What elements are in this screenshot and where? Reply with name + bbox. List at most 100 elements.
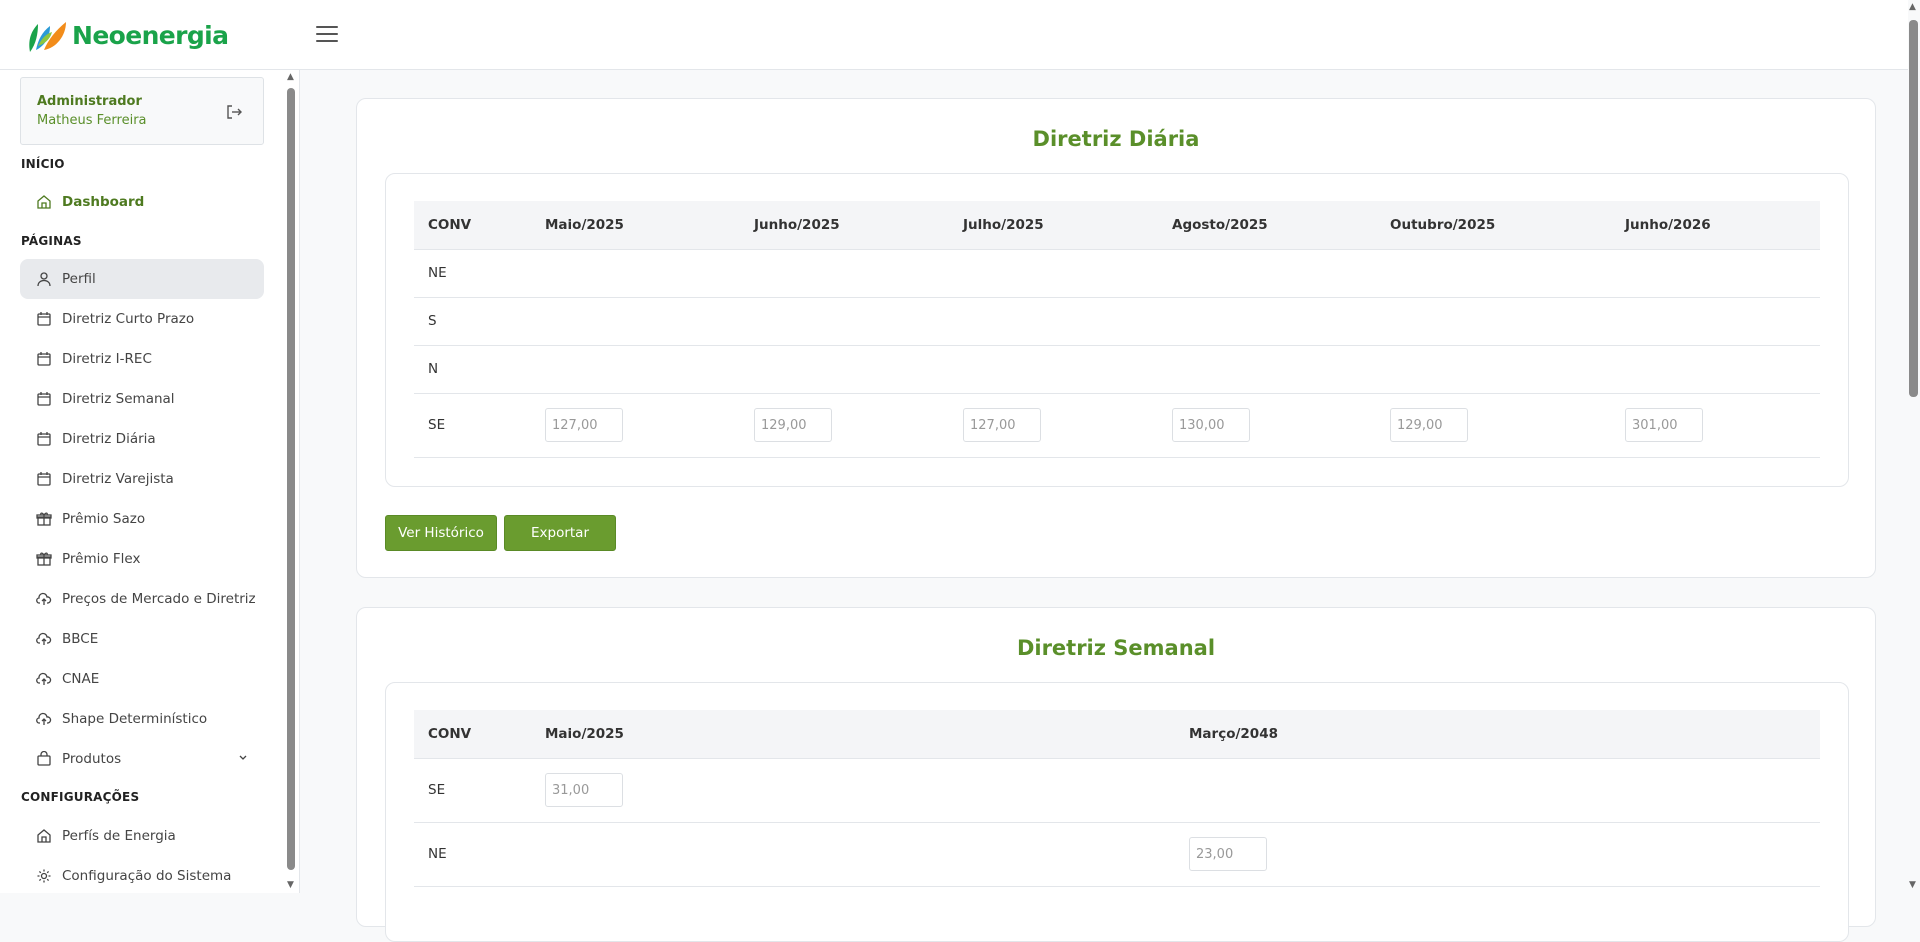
daily-table: CONV Maio/2025 Junho/2025 Julho/2025 Ago… xyxy=(414,201,1820,458)
conv-cell: NE xyxy=(414,249,531,298)
table-header: Julho/2025 xyxy=(949,201,1158,250)
table-header: CONV xyxy=(414,201,531,250)
chevron-down-icon[interactable] xyxy=(238,753,248,763)
page-scroll-down-icon[interactable]: ▼ xyxy=(1909,880,1916,890)
sidebar-item-premio-sazo[interactable]: Prêmio Sazo xyxy=(20,499,264,539)
section-paginas: PÁGINAS xyxy=(21,234,82,248)
sidebar-item-configuracao-sistema[interactable]: Configuração do Sistema xyxy=(20,856,264,896)
gift-icon xyxy=(36,512,52,526)
sidebar-item-label: CNAE xyxy=(62,671,100,687)
daily-guideline-card: Diretriz Diária CONV Maio/2025 Junho/202… xyxy=(356,98,1876,578)
conv-cell: SE xyxy=(414,758,531,823)
sidebar-item-precos-mercado[interactable]: Preços de Mercado e Diretriz xyxy=(20,579,264,619)
table-header: Outubro/2025 xyxy=(1376,201,1611,250)
value-input[interactable] xyxy=(754,408,832,442)
table-header: Março/2048 xyxy=(1175,710,1820,759)
leaf-logo-icon xyxy=(29,22,66,52)
export-button[interactable]: Exportar xyxy=(504,515,616,551)
sidebar-item-label: Dashboard xyxy=(62,194,145,210)
sidebar-item-cnae[interactable]: CNAE xyxy=(20,659,264,699)
sidebar-item-label: BBCE xyxy=(62,631,99,647)
table-row: NE xyxy=(414,822,1820,887)
top-bar: Neoenergia xyxy=(0,0,1908,70)
sidebar-item-dashboard[interactable]: Dashboard xyxy=(20,182,264,222)
brand-name: Neoenergia xyxy=(72,20,229,50)
shopping-bag-icon xyxy=(37,751,51,766)
table-row: SE xyxy=(414,393,1820,458)
sidebar-item-label: Diretriz Varejista xyxy=(62,471,174,487)
sidebar-item-label: Diretriz I-REC xyxy=(62,351,152,367)
sidebar-item-premio-flex[interactable]: Prêmio Flex xyxy=(20,539,264,579)
sidebar-item-label: Produtos xyxy=(62,751,122,767)
page-scroll-up-icon[interactable]: ▲ xyxy=(1909,2,1916,12)
menu-toggle-icon[interactable] xyxy=(316,26,338,44)
sidebar-item-diretriz-irec[interactable]: Diretriz I-REC xyxy=(20,339,264,379)
table-header: Junho/2025 xyxy=(740,201,949,250)
sidebar-item-label: Shape Determinístico xyxy=(62,711,208,727)
gear-icon xyxy=(37,869,51,883)
sidebar-item-label: Prêmio Flex xyxy=(62,551,141,567)
sidebar-item-label: Perfil xyxy=(62,271,96,287)
sidebar-item-bbce[interactable]: BBCE xyxy=(20,619,264,659)
sidebar-item-label: Diretriz Diária xyxy=(62,431,156,447)
sidebar-item-diretriz-curto-prazo[interactable]: Diretriz Curto Prazo xyxy=(20,299,264,339)
logout-icon[interactable] xyxy=(225,103,243,121)
sidebar-item-shape-deterministico[interactable]: Shape Determinístico xyxy=(20,699,264,739)
user-icon xyxy=(37,272,51,287)
daily-title: Diretriz Diária xyxy=(1032,127,1200,151)
sidebar-item-label: Diretriz Curto Prazo xyxy=(62,311,195,327)
cloud-upload-icon xyxy=(36,632,52,645)
sidebar-item-label: Perfís de Energia xyxy=(62,828,176,844)
sidebar: Administrador Matheus Ferreira INÍCIO Da… xyxy=(0,70,300,893)
cloud-upload-icon xyxy=(36,592,52,605)
sidebar-scroll-down-icon[interactable]: ▼ xyxy=(287,880,294,890)
conv-cell: S xyxy=(414,297,531,346)
calendar-icon xyxy=(37,432,51,446)
page-scrollbar[interactable] xyxy=(1909,20,1918,397)
value-input[interactable] xyxy=(1172,408,1250,442)
table-header: Maio/2025 xyxy=(531,201,740,250)
value-input[interactable] xyxy=(1390,408,1468,442)
home-icon xyxy=(37,829,51,843)
value-input[interactable] xyxy=(1625,408,1703,442)
value-input[interactable] xyxy=(1189,837,1267,871)
conv-cell: NE xyxy=(414,822,531,887)
view-history-button[interactable]: Ver Histórico xyxy=(385,515,497,551)
sidebar-item-label: Configuração do Sistema xyxy=(62,868,232,884)
weekly-title: Diretriz Semanal xyxy=(1016,636,1216,660)
table-row: SE xyxy=(414,758,1820,823)
table-header-row: CONV Maio/2025 Março/2048 xyxy=(414,710,1820,759)
sidebar-scrollbar[interactable] xyxy=(287,88,295,870)
table-header: CONV xyxy=(414,710,531,759)
cloud-upload-icon xyxy=(36,672,52,685)
sidebar-item-produtos[interactable]: Produtos xyxy=(20,739,264,779)
sidebar-item-label: Preços de Mercado e Diretriz xyxy=(62,591,256,607)
home-icon xyxy=(37,195,51,209)
sidebar-item-perfis-energia[interactable]: Perfís de Energia xyxy=(20,816,264,856)
table-header: Maio/2025 xyxy=(531,710,1175,759)
table-header: Junho/2026 xyxy=(1611,201,1820,250)
user-name: Matheus Ferreira xyxy=(37,113,147,128)
neoenergia-logo[interactable]: Neoenergia xyxy=(26,16,229,54)
sidebar-item-diretriz-diaria[interactable]: Diretriz Diária xyxy=(20,419,264,459)
sidebar-item-label: Prêmio Sazo xyxy=(62,511,146,527)
sidebar-item-perfil[interactable]: Perfil xyxy=(20,259,264,299)
table-row: NE xyxy=(414,249,1820,298)
value-input[interactable] xyxy=(545,773,623,807)
table-row: N xyxy=(414,345,1820,394)
value-input[interactable] xyxy=(545,408,623,442)
section-inicio: INÍCIO xyxy=(21,157,65,171)
sidebar-item-diretriz-semanal[interactable]: Diretriz Semanal xyxy=(20,379,264,419)
value-input[interactable] xyxy=(963,408,1041,442)
user-role: Administrador xyxy=(37,94,142,109)
cloud-upload-icon xyxy=(36,712,52,725)
sidebar-scroll-up-icon[interactable]: ▲ xyxy=(287,72,294,82)
calendar-icon xyxy=(37,352,51,366)
sidebar-item-label: Diretriz Semanal xyxy=(62,391,175,407)
weekly-guideline-card: Diretriz Semanal CONV Maio/2025 Março/20… xyxy=(356,607,1876,942)
section-configuracoes: CONFIGURAÇÕES xyxy=(21,790,140,804)
calendar-icon xyxy=(37,392,51,406)
sidebar-item-diretriz-varejista[interactable]: Diretriz Varejista xyxy=(20,459,264,499)
user-card: Administrador Matheus Ferreira xyxy=(20,77,264,145)
calendar-icon xyxy=(37,312,51,326)
